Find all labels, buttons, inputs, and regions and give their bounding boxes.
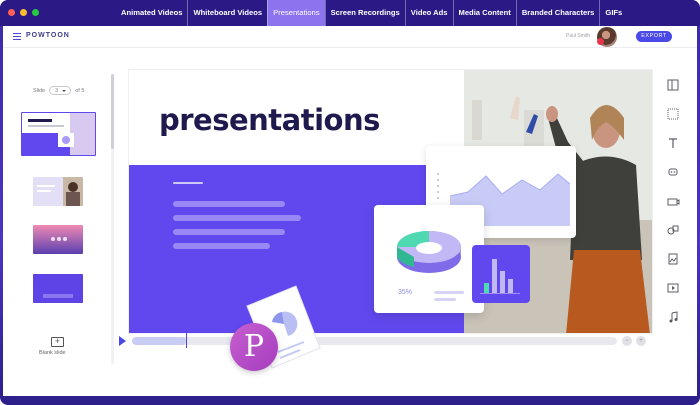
play-button[interactable] xyxy=(119,336,126,346)
characters-icon[interactable] xyxy=(666,165,680,179)
category-tabs: Animated Videos Whiteboard Videos Presen… xyxy=(116,0,627,26)
slide-thumbnail-2[interactable] xyxy=(33,177,83,206)
slide-thumbnail-3[interactable] xyxy=(33,225,83,254)
slide-select[interactable]: 3 xyxy=(49,86,72,95)
text-placeholder-line xyxy=(173,182,203,184)
add-slide-icon[interactable]: + xyxy=(51,337,64,347)
slide-thumbnail-3-art xyxy=(33,225,83,254)
percent-label: 35% xyxy=(398,289,413,296)
legend-line xyxy=(434,291,464,294)
text-icon[interactable] xyxy=(666,136,680,150)
donut-chart-card[interactable]: 35% xyxy=(374,205,484,313)
notification-badge xyxy=(597,38,604,45)
slide-title[interactable]: presentations xyxy=(159,103,380,137)
editor-header: POWTOON Paul Smith EXPORT xyxy=(3,26,697,48)
export-button[interactable]: EXPORT xyxy=(636,31,672,42)
tab-whiteboard-videos[interactable]: Whiteboard Videos xyxy=(187,0,267,26)
timeline-playhead[interactable] xyxy=(186,330,187,348)
slide-label: Slide xyxy=(33,87,46,94)
bar-chart xyxy=(480,259,520,294)
slide-thumbnail-4[interactable] xyxy=(33,274,83,303)
slide-thumbnail-4-art xyxy=(33,274,83,303)
text-placeholder-line xyxy=(173,215,301,221)
text-placeholder-line xyxy=(173,201,285,207)
timeline-progress xyxy=(132,337,186,345)
title-bar: Animated Videos Whiteboard Videos Presen… xyxy=(0,0,700,26)
bar-chart-card[interactable] xyxy=(472,245,530,303)
user-name: Paul Smith xyxy=(566,33,591,39)
slides-scroll-thumb[interactable] xyxy=(111,74,114,149)
tab-branded-characters[interactable]: Branded Characters xyxy=(515,0,600,26)
window-controls xyxy=(8,9,39,16)
menu-icon[interactable] xyxy=(13,33,21,42)
tools-sidebar xyxy=(659,76,689,336)
props-icon[interactable] xyxy=(666,194,680,208)
slides-panel: Slide 3 of 5 + Blank slide xyxy=(3,70,115,370)
tab-video-ads[interactable]: Video Ads xyxy=(404,0,453,26)
music-icon[interactable] xyxy=(666,310,680,324)
donut-chart xyxy=(397,231,461,273)
tab-animated-videos[interactable]: Animated Videos xyxy=(116,0,187,26)
powtoon-logo: POWTOON xyxy=(26,32,70,39)
text-placeholder-line xyxy=(173,243,270,249)
close-dot[interactable] xyxy=(8,9,15,16)
shapes-icon[interactable] xyxy=(666,223,680,237)
zoom-in-icon[interactable]: + xyxy=(636,336,646,346)
slide-thumbnail-1[interactable] xyxy=(21,112,96,156)
video-icon[interactable] xyxy=(666,281,680,295)
legend-line xyxy=(434,298,456,301)
zoom-out-icon[interactable]: − xyxy=(622,336,632,346)
media-icon[interactable] xyxy=(666,252,680,266)
blank-slide-label[interactable]: Blank slide xyxy=(39,350,66,356)
maximize-dot[interactable] xyxy=(32,9,39,16)
slide-thumbnail-2-art xyxy=(33,177,83,206)
layout-icon[interactable] xyxy=(666,78,680,92)
tab-gifs[interactable]: GIFs xyxy=(599,0,627,26)
text-placeholder-line xyxy=(173,229,285,235)
slide-thumbnail-1-art xyxy=(22,113,95,155)
powerpoint-icon: P xyxy=(230,323,278,371)
tab-presentations[interactable]: Presentations xyxy=(267,0,325,26)
slide-total: of 5 xyxy=(75,87,85,94)
minimize-dot[interactable] xyxy=(20,9,27,16)
tab-media-content[interactable]: Media Content xyxy=(452,0,516,26)
background-icon[interactable] xyxy=(666,107,680,121)
tab-screen-recordings[interactable]: Screen Recordings xyxy=(324,0,405,26)
timeline-track[interactable] xyxy=(132,337,617,345)
slide-counter: Slide 3 of 5 xyxy=(33,86,84,95)
slide-canvas[interactable]: presentations 35% xyxy=(128,69,653,334)
